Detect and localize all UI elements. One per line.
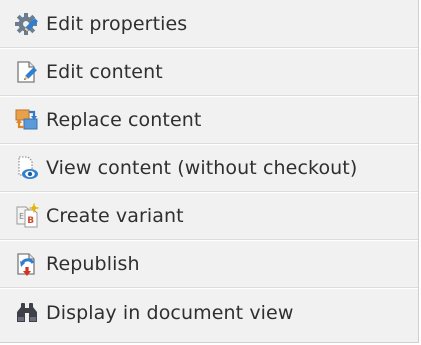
context-menu: Edit properties Edit content Replace con… (0, 0, 419, 343)
menu-item-edit-properties[interactable]: Edit properties (0, 0, 418, 48)
svg-text:B: B (27, 216, 34, 226)
binoculars-icon (14, 300, 40, 326)
menu-item-label: Edit properties (46, 12, 188, 35)
menu-item-label: Replace content (46, 109, 202, 131)
document-pencil-icon (14, 59, 40, 85)
menu-item-label: Edit content (46, 61, 163, 83)
menu-item-edit-content[interactable]: Edit content (0, 48, 418, 96)
svg-text:E: E (19, 212, 24, 221)
menu-item-label: Create variant (46, 205, 184, 227)
menu-item-label: Display in document view (46, 301, 294, 324)
gear-pencil-icon (14, 11, 40, 37)
menu-item-republish[interactable]: Republish (0, 240, 418, 288)
menu-item-label: View content (without checkout) (46, 157, 358, 179)
menu-item-label: Republish (46, 253, 140, 275)
menu-item-create-variant[interactable]: E B Create variant (0, 192, 418, 240)
menu-item-display-in-document-view[interactable]: Display in document view (0, 288, 418, 336)
replace-documents-icon (14, 107, 40, 133)
menu-item-replace-content[interactable]: Replace content (0, 96, 418, 144)
document-variant-icon: E B (14, 203, 40, 229)
document-eye-icon (14, 155, 40, 181)
menu-item-view-content[interactable]: View content (without checkout) (0, 144, 418, 192)
document-republish-icon (14, 251, 40, 277)
